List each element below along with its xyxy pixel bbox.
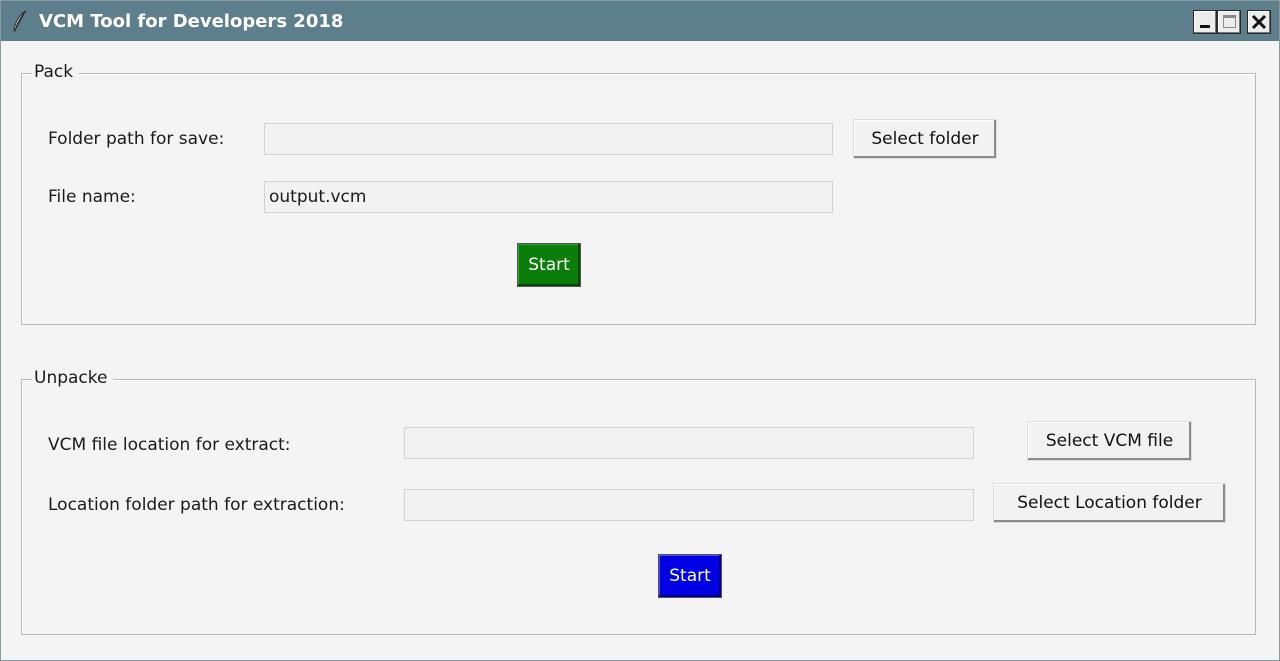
select-location-folder-button[interactable]: Select Location folder: [993, 483, 1226, 523]
vcm-file-label: VCM file location for extract:: [48, 435, 291, 455]
select-vcm-file-button[interactable]: Select VCM file: [1027, 421, 1192, 461]
title-bar[interactable]: VCM Tool for Developers 2018: [1, 1, 1279, 41]
location-folder-input[interactable]: [404, 489, 974, 521]
select-folder-button[interactable]: Select folder: [853, 119, 997, 159]
pack-legend: Pack: [32, 62, 80, 82]
maximize-button[interactable]: [1217, 10, 1241, 34]
file-name-input[interactable]: output.vcm: [264, 181, 833, 213]
pack-start-button[interactable]: Start: [517, 243, 581, 287]
feather-icon: [13, 10, 27, 32]
folder-path-input[interactable]: [264, 123, 833, 155]
close-button[interactable]: [1247, 10, 1271, 34]
app-window: VCM Tool for Developers 2018 Pack Folder…: [0, 0, 1280, 661]
unpack-legend: Unpacke: [32, 368, 114, 388]
file-name-label: File name:: [48, 187, 136, 207]
minimize-button[interactable]: [1193, 10, 1217, 34]
location-folder-label: Location folder path for extraction:: [48, 495, 345, 515]
folder-path-label: Folder path for save:: [48, 129, 225, 149]
window-title: VCM Tool for Developers 2018: [39, 11, 344, 32]
vcm-file-input[interactable]: [404, 427, 974, 459]
minimize-icon: [1200, 25, 1210, 28]
unpack-start-button[interactable]: Start: [658, 554, 722, 598]
maximize-icon: [1223, 15, 1236, 28]
close-icon: [1251, 14, 1267, 30]
